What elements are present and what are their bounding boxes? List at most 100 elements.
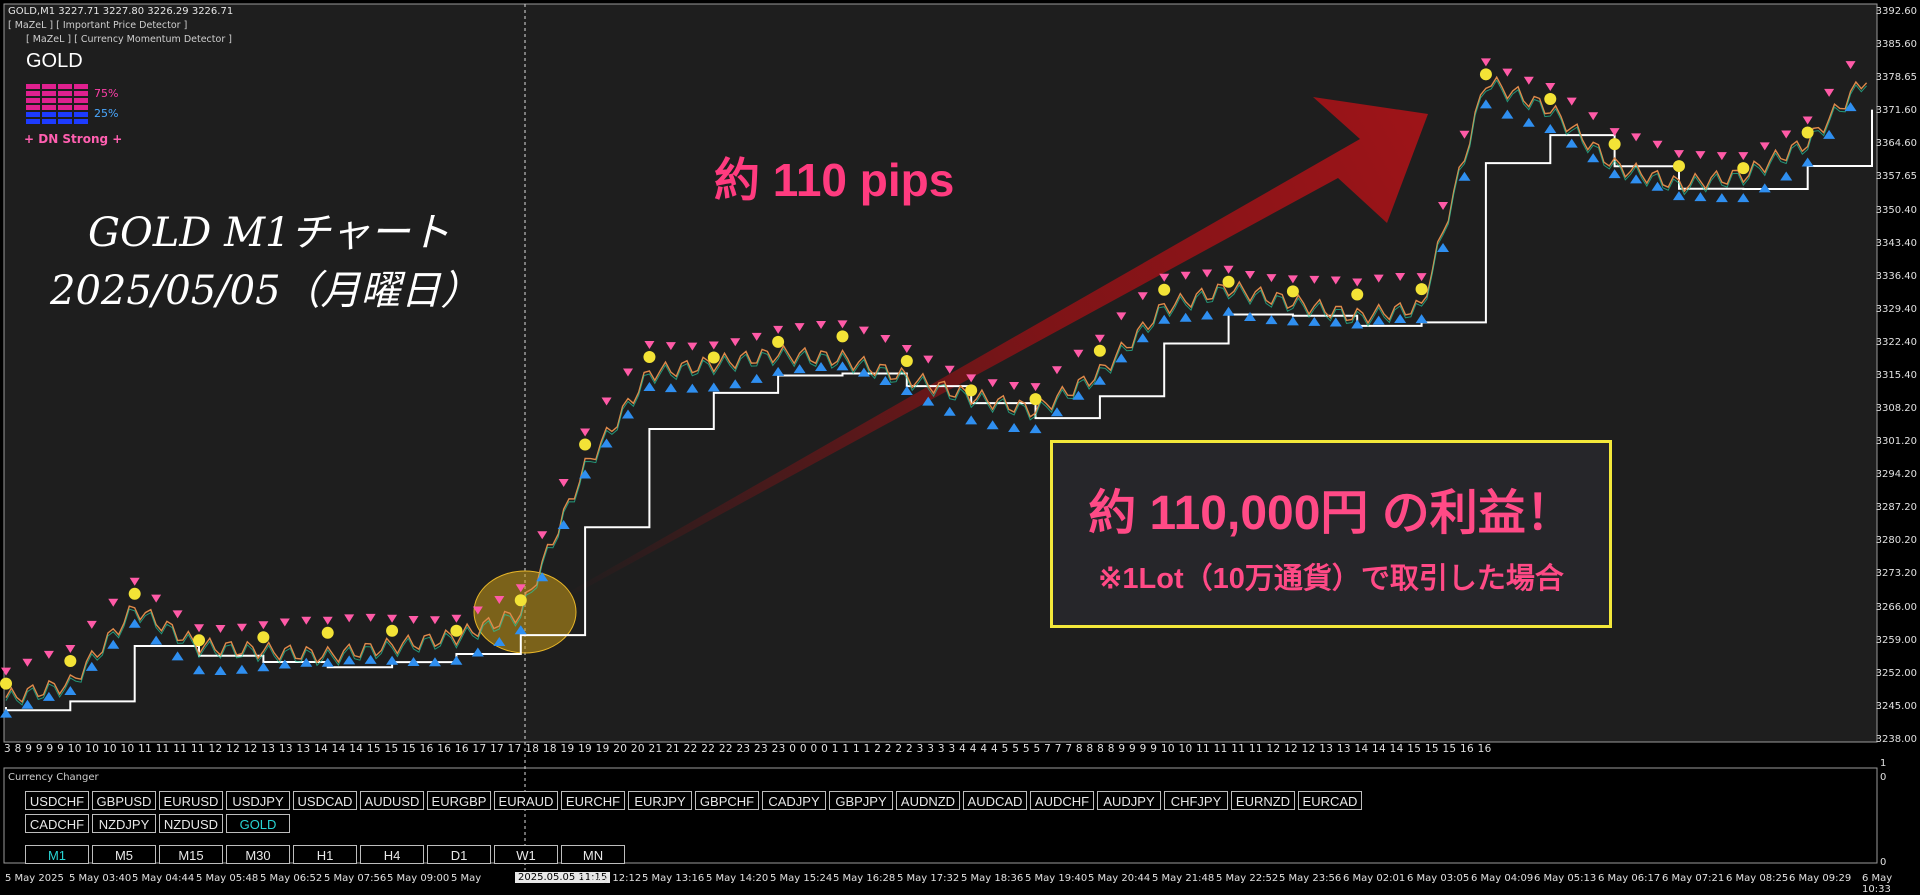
profit-note: ※1Lot（10万通貨）で取引した場合	[1098, 563, 1564, 595]
button-cadjpy[interactable]: CADJPY	[762, 791, 826, 810]
button-mn[interactable]: MN	[561, 845, 625, 864]
button-eurcad[interactable]: EURCAD	[1298, 791, 1362, 810]
strength-bar	[26, 91, 40, 96]
button-usdchf[interactable]: USDCHF	[25, 791, 89, 810]
price-tick: 3378.65	[1875, 71, 1917, 83]
button-eurusd[interactable]: EURUSD	[159, 791, 223, 810]
price-tick: 3385.60	[1875, 38, 1917, 50]
button-h4[interactable]: H4	[360, 845, 424, 864]
price-tick: 3273.20	[1875, 568, 1917, 580]
price-tick: 3315.40	[1875, 369, 1917, 381]
button-eurgbp[interactable]: EURGBP	[427, 791, 491, 810]
button-m1[interactable]: M1	[25, 845, 89, 864]
time-tick: 5 May 13:16	[642, 873, 705, 884]
time-tick: 6 May 03:05	[1407, 873, 1470, 884]
button-audnzd[interactable]: AUDNZD	[896, 791, 960, 810]
button-audchf[interactable]: AUDCHF	[1030, 791, 1094, 810]
currency-changer-title: Currency Changer	[8, 772, 99, 783]
strength-bar	[58, 119, 72, 124]
strength-bar	[42, 119, 56, 124]
time-tick: 5 May 17:32	[897, 873, 960, 884]
strength-bar	[74, 84, 88, 89]
signal-dot	[514, 594, 527, 607]
time-tick: 5 May 23:56	[1279, 873, 1342, 884]
signal-dot	[643, 350, 656, 363]
button-eurjpy[interactable]: EURJPY	[628, 791, 692, 810]
button-gbpusd[interactable]: GBPUSD	[92, 791, 156, 810]
time-tick: 5 May 20:44	[1088, 873, 1151, 884]
time-tick: 6 May 09:29	[1789, 873, 1852, 884]
title-line-1: GOLD M1チャート	[88, 210, 451, 256]
time-tick: 6 May 06:17	[1598, 873, 1661, 884]
strength-bar	[74, 112, 88, 117]
button-h1[interactable]: H1	[293, 845, 357, 864]
time-tick: 5 May 14:20	[706, 873, 769, 884]
signal-dot	[836, 330, 849, 343]
time-tick: 5 May 15:24	[770, 873, 833, 884]
signal-dot	[1544, 92, 1557, 105]
time-tick: 6 May 04:09	[1471, 873, 1534, 884]
strength-bar	[74, 98, 88, 103]
sub-axis-mid: 0	[1880, 772, 1887, 783]
signal-dot	[1029, 393, 1042, 406]
button-usdcad[interactable]: USDCAD	[293, 791, 357, 810]
strength-bar	[58, 105, 72, 110]
button-usdjpy[interactable]: USDJPY	[226, 791, 290, 810]
signal-dot	[257, 631, 270, 644]
button-gold[interactable]: GOLD	[226, 814, 290, 833]
signal-dot	[1801, 126, 1814, 139]
button-audusd[interactable]: AUDUSD	[360, 791, 424, 810]
time-tick: 5 May	[451, 873, 482, 884]
signal-dot	[900, 355, 913, 368]
time-tick: 5 May 07:56	[324, 873, 387, 884]
signal-dot	[450, 624, 463, 637]
time-tick: 6 May 07:21	[1662, 873, 1725, 884]
indicator-label-1: [ MaZeL ] [ Important Price Detector ]	[8, 20, 188, 31]
sub-axis-top: 1	[1880, 758, 1887, 769]
button-cadchf[interactable]: CADCHF	[25, 814, 89, 833]
button-w1[interactable]: W1	[494, 845, 558, 864]
time-tick: 5 May 2025	[5, 873, 64, 884]
signal-dot	[386, 624, 399, 637]
indicator-label-2: [ MaZeL ] [ Currency Momentum Detector ]	[26, 34, 232, 45]
price-tick: 3336.40	[1875, 270, 1917, 282]
strength-bar	[42, 105, 56, 110]
symbol-label: GOLD	[26, 50, 83, 72]
button-nzdjpy[interactable]: NZDJPY	[92, 814, 156, 833]
signal-dot	[579, 438, 592, 451]
signal-dot	[0, 677, 12, 690]
button-m5[interactable]: M5	[92, 845, 156, 864]
button-d1[interactable]: D1	[427, 845, 491, 864]
button-euraud[interactable]: EURAUD	[494, 791, 558, 810]
time-tick: 6 May 02:01	[1343, 873, 1406, 884]
time-tick: 6 May 08:25	[1726, 873, 1789, 884]
price-tick: 3357.65	[1875, 170, 1917, 182]
profit-box: 約 110,000円 の利益！ ※1Lot（10万通貨）で取引した場合	[1050, 440, 1612, 628]
button-gbpjpy[interactable]: GBPJPY	[829, 791, 893, 810]
button-nzdusd[interactable]: NZDUSD	[159, 814, 223, 833]
button-eurnzd[interactable]: EURNZD	[1231, 791, 1295, 810]
price-tick: 3245.00	[1875, 701, 1917, 713]
button-audjpy[interactable]: AUDJPY	[1097, 791, 1161, 810]
button-eurchf[interactable]: EURCHF	[561, 791, 625, 810]
title-line-2: 2025/05/05（月曜日）	[50, 268, 481, 314]
signal-dot	[1158, 283, 1171, 296]
strength-bar	[26, 119, 40, 124]
time-tick: 5 May 04:44	[132, 873, 195, 884]
price-tick: 3280.20	[1875, 535, 1917, 547]
button-chfjpy[interactable]: CHFJPY	[1164, 791, 1228, 810]
button-gbpchf[interactable]: GBPCHF	[695, 791, 759, 810]
price-tick: 3364.60	[1875, 137, 1917, 149]
button-m30[interactable]: M30	[226, 845, 290, 864]
button-audcad[interactable]: AUDCAD	[963, 791, 1027, 810]
button-m15[interactable]: M15	[159, 845, 223, 864]
strength-bar	[58, 112, 72, 117]
price-tick: 3371.60	[1875, 104, 1917, 116]
price-tick: 3252.00	[1875, 668, 1917, 680]
price-tick: 3259.00	[1875, 635, 1917, 647]
time-tick: 6 May 05:13	[1534, 873, 1597, 884]
signal-dot	[1286, 285, 1299, 298]
profit-main: 約 110,000円 の利益！	[1088, 487, 1574, 540]
strength-bar	[26, 98, 40, 103]
signal-dot	[128, 587, 141, 600]
